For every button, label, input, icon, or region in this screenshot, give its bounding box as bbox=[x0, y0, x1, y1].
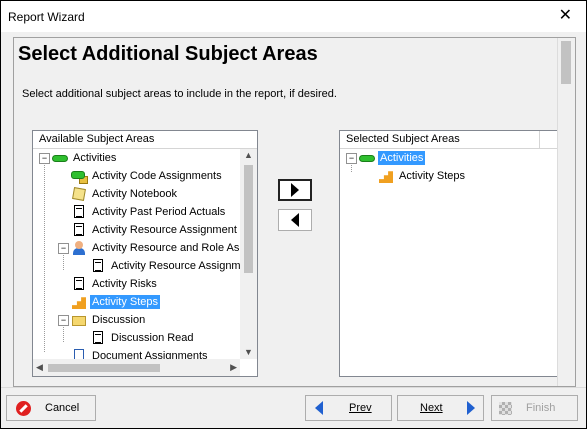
title-bar: Report Wizard ✕ bbox=[1, 1, 586, 32]
tree-item-activity-past-period-actuals[interactable]: Activity Past Period Actuals bbox=[71, 203, 227, 221]
tree-item-label: Activity Steps bbox=[399, 170, 466, 182]
add-subject-area-button[interactable] bbox=[278, 179, 312, 201]
available-vertical-scrollbar[interactable]: ▲ ▼ bbox=[240, 149, 257, 359]
next-button[interactable]: Next bbox=[397, 395, 484, 421]
prev-button[interactable]: Prev bbox=[305, 395, 392, 421]
tree-item-activity-notebook[interactable]: Activity Notebook bbox=[71, 185, 179, 203]
collapse-icon[interactable]: − bbox=[346, 152, 357, 164]
collapse-icon[interactable]: − bbox=[58, 314, 69, 326]
finish-button[interactable]: Finish bbox=[491, 395, 578, 421]
steps-icon bbox=[71, 294, 87, 310]
window-title: Report Wizard bbox=[8, 10, 85, 24]
tree-item-activity-code-assignments[interactable]: Activity Code Assignments bbox=[71, 167, 224, 185]
tree-item-activity-resource-assignment[interactable]: Activity Resource Assignment bbox=[71, 221, 239, 239]
cancel-label: Cancel bbox=[45, 402, 80, 414]
document-icon bbox=[71, 276, 87, 292]
selected-header-label: Selected Subject Areas bbox=[346, 133, 460, 145]
available-tree: − Activities Activity Code Assignments A… bbox=[33, 149, 257, 376]
document-icon bbox=[71, 222, 87, 238]
resource-person-icon bbox=[71, 240, 87, 256]
column-divider bbox=[539, 131, 540, 148]
tree-item-label: Activity Resource Assignment bbox=[92, 224, 237, 236]
tree-item-label: Activity Resource and Role As bbox=[92, 242, 240, 254]
tree-item-activity-resource-assignm[interactable]: Activity Resource Assignm bbox=[90, 257, 243, 275]
prev-arrow-icon bbox=[315, 401, 323, 415]
available-horizontal-scrollbar[interactable]: ◀ ▶ bbox=[33, 359, 240, 376]
tree-item-discussion-read[interactable]: Discussion Read bbox=[90, 329, 196, 347]
page-title: Select Additional Subject Areas bbox=[18, 43, 318, 65]
content-vertical-scrollbar[interactable] bbox=[557, 38, 575, 386]
tree-item-label: Activity Notebook bbox=[92, 188, 177, 200]
next-label: Next bbox=[420, 402, 443, 414]
report-wizard-window: Report Wizard ✕ Select Additional Subjec… bbox=[0, 0, 587, 429]
tree-item-label: Activities bbox=[73, 152, 117, 164]
tree-item-label: Activity Risks bbox=[92, 278, 157, 290]
tree-item-activity-risks[interactable]: Activity Risks bbox=[71, 275, 159, 293]
scroll-down-icon[interactable]: ▼ bbox=[244, 348, 253, 357]
tree-item-label: Activity Resource Assignm bbox=[111, 260, 241, 272]
available-header-label: Available Subject Areas bbox=[39, 133, 155, 145]
scroll-up-icon[interactable]: ▲ bbox=[244, 151, 253, 160]
collapse-icon[interactable]: − bbox=[39, 152, 50, 164]
available-subject-areas-panel: Available Subject Areas − Activities Act… bbox=[32, 130, 258, 377]
activity-pill-icon bbox=[359, 150, 375, 166]
selected-column-header[interactable]: Selected Subject Areas bbox=[340, 131, 559, 149]
tree-item-label: Activities bbox=[378, 151, 426, 165]
scroll-thumb[interactable] bbox=[48, 364, 160, 372]
finish-label: Finish bbox=[526, 402, 556, 414]
folder-icon bbox=[71, 312, 87, 328]
tree-item-label: Discussion Read bbox=[111, 332, 194, 344]
activity-pill-icon bbox=[52, 150, 68, 166]
arrow-right-icon bbox=[291, 183, 299, 197]
scroll-thumb[interactable] bbox=[561, 41, 571, 84]
cancel-icon bbox=[16, 400, 31, 416]
prev-label: Prev bbox=[349, 402, 372, 414]
tree-item-label: Activity Past Period Actuals bbox=[92, 206, 226, 218]
cancel-button[interactable]: Cancel bbox=[6, 395, 96, 421]
scroll-thumb[interactable] bbox=[244, 165, 253, 273]
collapse-icon[interactable]: − bbox=[58, 242, 69, 254]
page-subtitle: Select additional subject areas to inclu… bbox=[22, 88, 337, 100]
remove-subject-area-button[interactable] bbox=[278, 209, 312, 231]
document-icon bbox=[90, 258, 106, 274]
tree-item-activity-resource-and-role[interactable]: − Activity Resource and Role As bbox=[58, 239, 241, 257]
selected-tree: − Activities Activity Steps bbox=[340, 149, 559, 376]
tree-item-label: Activity Steps bbox=[90, 295, 161, 309]
scroll-left-icon[interactable]: ◀ bbox=[36, 363, 43, 372]
available-column-header[interactable]: Available Subject Areas bbox=[33, 131, 257, 149]
tree-item-activities[interactable]: − Activities bbox=[39, 149, 118, 167]
scroll-right-icon[interactable]: ▶ bbox=[230, 363, 237, 372]
selected-item-activity-steps[interactable]: Activity Steps bbox=[378, 167, 467, 185]
arrow-left-icon bbox=[291, 213, 299, 227]
footer-divider bbox=[1, 387, 586, 388]
tree-item-discussion[interactable]: − Discussion bbox=[58, 311, 147, 329]
tree-line bbox=[44, 162, 45, 352]
selected-subject-areas-panel: Selected Subject Areas − Activities Acti… bbox=[339, 130, 560, 377]
tree-item-label: Discussion bbox=[92, 314, 146, 326]
tree-item-activity-steps[interactable]: Activity Steps bbox=[71, 293, 161, 311]
tree-item-label: Activity Code Assignments bbox=[92, 170, 222, 182]
selected-item-activities[interactable]: − Activities bbox=[346, 149, 426, 167]
document-icon bbox=[90, 330, 106, 346]
steps-icon bbox=[378, 168, 394, 184]
close-icon[interactable]: ✕ bbox=[559, 7, 572, 25]
activity-code-icon bbox=[71, 168, 88, 184]
document-icon bbox=[71, 204, 87, 220]
notebook-icon bbox=[71, 186, 87, 202]
wizard-content-area: Select Additional Subject Areas Select a… bbox=[13, 37, 576, 387]
next-arrow-icon bbox=[466, 401, 475, 415]
finish-flag-icon bbox=[499, 401, 512, 415]
